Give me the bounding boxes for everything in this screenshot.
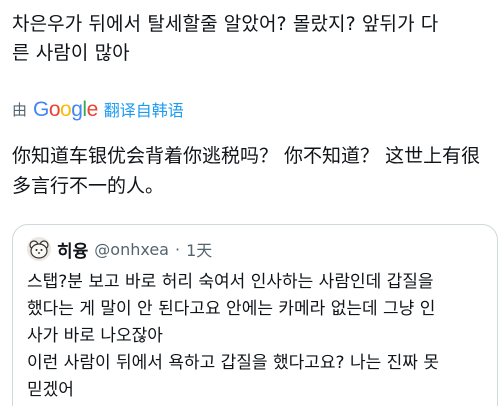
translate-source-link[interactable]: 翻译自韩语	[104, 97, 184, 121]
post-page: 차은우가 뒤에서 탈세할줄 알았어? 몰랐지? 앞뒤가 다 른 사람이 많아 由…	[0, 0, 500, 406]
bear-avatar-icon	[27, 237, 51, 261]
post-text: 차은우가 뒤에서 탈세할줄 알았어? 몰랐지? 앞뒤가 다 른 사람이 많아	[12, 13, 439, 64]
quoted-time[interactable]: 1天	[186, 237, 212, 261]
google-logo-icon: Google	[33, 97, 98, 121]
quoted-display-name[interactable]: 히융	[57, 237, 88, 262]
translation-by-label: 由	[12, 100, 28, 119]
quoted-separator: ·	[174, 239, 181, 259]
translation-attribution: 由 Google 翻译自韩语	[12, 96, 184, 122]
quoted-post-card[interactable]: 히융 @onhxea · 1天 스탭?분 보고 바로 허리 숙여서 인사하는 사…	[12, 224, 498, 406]
translated-text: 你知道车银优会背着你逃税吗？ 你不知道？ 这世上有很 多言行不一的人。	[12, 145, 481, 197]
quoted-post-header: 히융 @onhxea · 1天	[27, 237, 485, 262]
bear-avatar-icon[interactable]	[27, 237, 51, 261]
quoted-handle[interactable]: @onhxea	[94, 240, 169, 259]
quoted-post-text: 스탭?분 보고 바로 허리 숙여서 인사하는 사람인데 갑질을 했다는 게 말이…	[27, 272, 439, 400]
